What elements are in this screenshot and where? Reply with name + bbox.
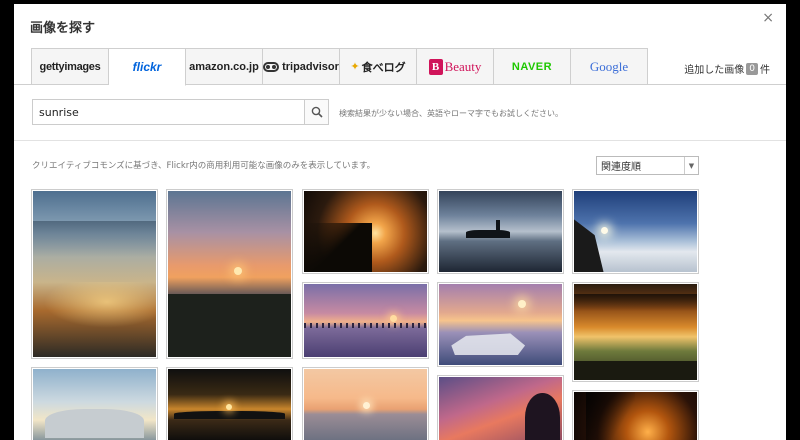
search-box <box>32 99 329 125</box>
chevron-down-icon: ▼ <box>684 157 698 174</box>
thumbnail-image <box>439 377 562 440</box>
tab-label: Beauty <box>444 58 482 74</box>
image-thumbnail[interactable] <box>437 282 564 367</box>
image-thumbnail[interactable] <box>302 189 429 274</box>
search-input[interactable] <box>33 100 304 124</box>
thumbnail-image <box>439 284 562 365</box>
image-thumbnail[interactable] <box>437 375 564 440</box>
thumbnail-image <box>574 191 697 272</box>
image-search-dialog: 画像を探す × gettyimages flickr amazon.co.jp … <box>14 4 786 440</box>
image-thumbnail[interactable] <box>437 189 564 274</box>
tab-label: Google <box>589 58 629 74</box>
image-thumbnail[interactable] <box>302 367 429 440</box>
search-button[interactable] <box>304 100 328 124</box>
image-thumbnail[interactable] <box>572 282 699 382</box>
added-images-suffix: 件 <box>760 65 770 76</box>
thumbnail-image <box>168 191 291 357</box>
thumbnail-image <box>574 284 697 380</box>
magnifier-icon <box>311 106 323 118</box>
sort-selected-value: 関連度順 <box>601 162 641 173</box>
source-tabs: gettyimages flickr amazon.co.jp tripadvi… <box>14 48 786 86</box>
image-thumbnail[interactable] <box>572 390 699 440</box>
tab-label: 食べログ <box>361 61 406 74</box>
image-thumbnail[interactable] <box>31 189 158 359</box>
divider <box>14 140 786 141</box>
sort-select[interactable]: 関連度順 ▼ <box>596 156 699 175</box>
search-hint: 検索結果が少ない場合、英語やローマ字でもお試しください。 <box>339 109 563 118</box>
tab-beauty[interactable]: B Beauty <box>417 48 494 85</box>
owl-icon <box>263 61 280 72</box>
tab-label: amazon.co.jp <box>189 60 259 73</box>
image-thumbnail[interactable] <box>572 189 699 274</box>
tab-naver[interactable]: NAVER <box>494 48 571 85</box>
close-icon[interactable]: × <box>762 10 774 26</box>
beauty-logo-icon: B <box>428 58 443 75</box>
tab-label: flickr <box>132 60 162 74</box>
added-images-counter: 追加した画像 0 件 <box>684 61 770 76</box>
thumbnail-image <box>439 191 562 272</box>
added-images-count: 0 <box>746 62 758 75</box>
tab-label: gettyimages <box>39 60 101 73</box>
added-images-label: 追加した画像 <box>684 65 745 76</box>
dialog-title: 画像を探す <box>30 21 96 36</box>
thumbnail-image <box>33 369 156 440</box>
image-thumbnail[interactable] <box>166 367 293 440</box>
thumbnail-image <box>33 191 156 357</box>
image-thumbnail[interactable] <box>302 282 429 359</box>
tab-google[interactable]: Google <box>571 48 648 85</box>
tab-flickr[interactable]: flickr <box>109 48 186 86</box>
tab-tripadvisor[interactable]: tripadvisor <box>263 48 340 85</box>
image-thumbnail[interactable] <box>31 367 158 440</box>
thumbnail-image <box>304 284 427 357</box>
thumbnail-image <box>304 369 427 440</box>
image-thumbnail[interactable] <box>166 189 293 359</box>
thumbnail-image <box>304 191 427 272</box>
license-notice: クリエイティブコモンズに基づき、Flickr内の商用利用可能な画像のみを表示して… <box>32 161 376 171</box>
thumbnail-image <box>168 369 291 440</box>
thumbnail-image <box>574 392 697 440</box>
tab-amazon[interactable]: amazon.co.jp <box>186 48 263 85</box>
tabelog-logo-icon: ✦ <box>350 60 360 73</box>
tab-gettyimages[interactable]: gettyimages <box>31 48 109 85</box>
tab-label: tripadvisor <box>282 60 339 73</box>
tab-tabelog[interactable]: ✦ 食べログ <box>340 48 417 85</box>
tab-label: NAVER <box>511 60 553 73</box>
